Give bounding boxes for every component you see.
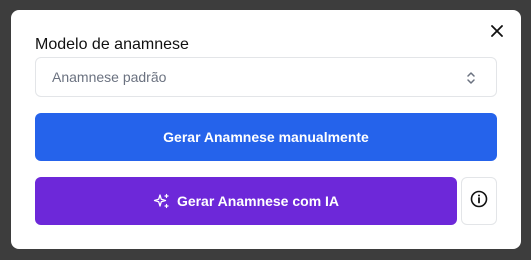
info-button[interactable] xyxy=(461,177,497,225)
generate-manual-button[interactable]: Gerar Anamnese manualmente xyxy=(35,113,497,161)
x-icon xyxy=(491,24,503,42)
anamnese-dialog: Modelo de anamnese Anamnese padrão Gerar… xyxy=(11,10,521,249)
close-button[interactable] xyxy=(488,24,506,42)
chevron-up-down-icon xyxy=(464,70,478,86)
sparkles-icon xyxy=(153,193,170,210)
generate-ai-button[interactable]: Gerar Anamnese com IA xyxy=(35,177,457,225)
info-icon xyxy=(470,190,488,213)
anamnese-model-select[interactable]: Anamnese padrão xyxy=(35,57,497,97)
field-label: Modelo de anamnese xyxy=(35,36,189,53)
select-value: Anamnese padrão xyxy=(52,69,167,85)
generate-ai-label: Gerar Anamnese com IA xyxy=(176,193,340,209)
generate-manual-label: Gerar Anamnese manualmente xyxy=(163,129,369,145)
